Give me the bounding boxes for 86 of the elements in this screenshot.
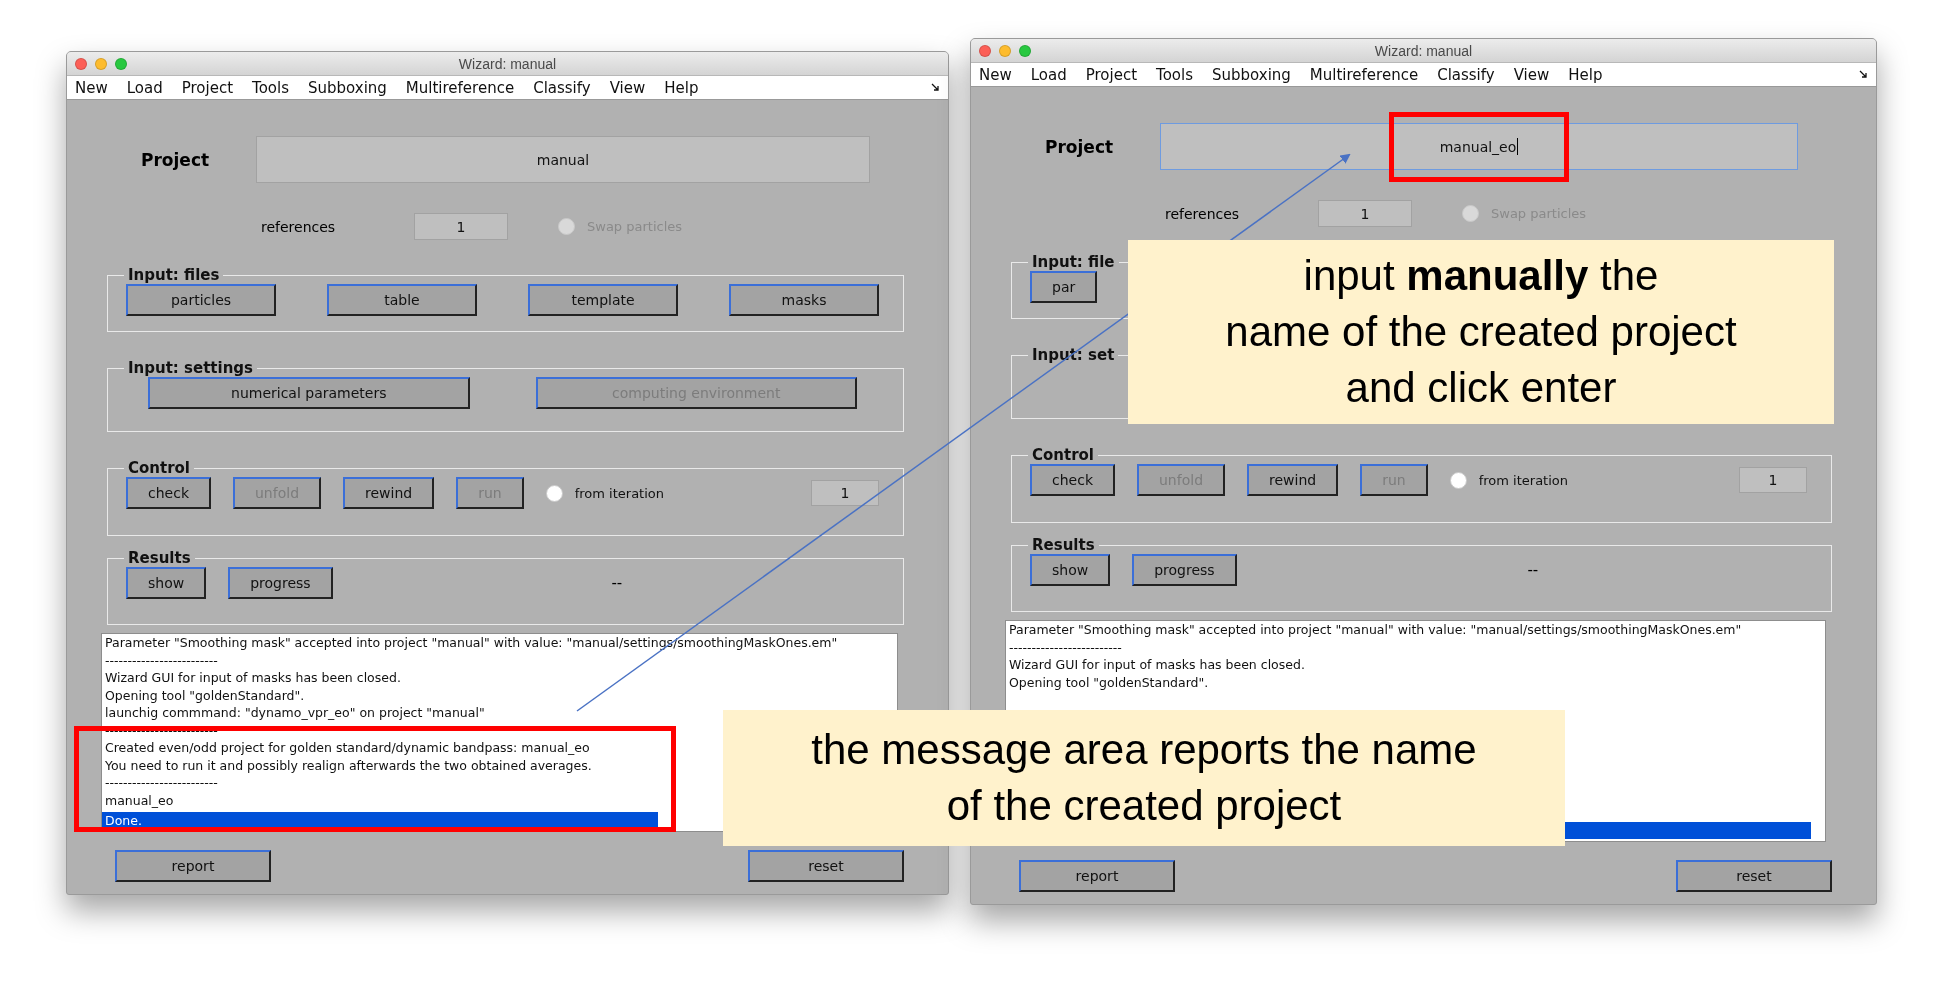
message-line[interactable]: Opening tool "goldenStandard".: [1006, 675, 1209, 689]
window-control-icon[interactable]: [1019, 45, 1031, 57]
resize-icon[interactable]: [931, 83, 940, 92]
menu-item[interactable]: Project: [1085, 65, 1138, 84]
window-control-icon[interactable]: [95, 58, 107, 70]
action-button[interactable]: particles: [126, 284, 276, 316]
status-text: --: [610, 574, 624, 592]
message-line[interactable]: -------------------------: [102, 653, 218, 667]
menu-item[interactable]: Tools: [1156, 65, 1193, 84]
group-title: Results: [1031, 536, 1096, 554]
menu-item[interactable]: Load: [126, 78, 163, 97]
menu-item[interactable]: Help: [664, 78, 699, 97]
message-line[interactable]: Wizard GUI for input of masks has been closed.: [1006, 658, 1305, 672]
menu-item[interactable]: Load: [1030, 65, 1067, 84]
radio-label: from iteration: [1478, 472, 1569, 488]
message-line[interactable]: Opening tool "goldenStandard".: [102, 688, 305, 702]
group-title: Control: [1031, 446, 1095, 464]
menu-item[interactable]: Help: [1568, 65, 1603, 84]
action-button[interactable]: report: [115, 850, 271, 882]
action-button[interactable]: numerical parameters: [148, 377, 470, 409]
menu-item[interactable]: Multireference: [405, 78, 515, 97]
group-title: Input: settings: [127, 359, 254, 377]
project-field[interactable]: manual_eo: [1160, 123, 1798, 170]
message-line[interactable]: manual_eo: [102, 793, 174, 807]
menu-item[interactable]: View: [609, 78, 646, 97]
message-line[interactable]: Created even/odd project for golden standard/dynamic bandpass: manual_eo: [102, 741, 590, 755]
action-button[interactable]: masks: [729, 284, 879, 316]
message-line[interactable]: -------------------------: [1006, 640, 1122, 654]
menu-item[interactable]: Subboxing: [308, 78, 387, 97]
action-button[interactable]: progress: [1132, 554, 1237, 586]
window-title: Wizard: manual: [1374, 42, 1473, 59]
radio-label: from iteration: [574, 485, 665, 501]
menu-item[interactable]: Classify: [533, 78, 591, 97]
menu-item[interactable]: Subboxing: [1212, 65, 1291, 84]
message-line[interactable]: launchig commmand: "dynamo_vpr_eo" on project "manual": [102, 706, 485, 720]
iteration-field[interactable]: 1: [811, 480, 879, 506]
action-button[interactable]: table: [327, 284, 477, 316]
action-button[interactable]: reset: [748, 850, 904, 882]
menu-item[interactable]: Multireference: [1309, 65, 1419, 84]
action-button[interactable]: check: [1030, 464, 1115, 496]
references-label: references: [1165, 205, 1241, 222]
callout: input manually the name of the created project and click enter: [1128, 240, 1834, 424]
message-line[interactable]: -------------------------: [102, 723, 218, 737]
group-title: Input: files: [127, 266, 221, 284]
action-button[interactable]: reset: [1676, 860, 1832, 892]
window-control-icon[interactable]: [999, 45, 1011, 57]
window-control-icon[interactable]: [979, 45, 991, 57]
status-text: --: [1526, 561, 1540, 579]
references-field[interactable]: 1: [414, 213, 508, 240]
message-line[interactable]: Parameter "Smoothing mask" accepted into project "manual" with value: "manual/settings/smoothingMaskOnes.em": [1006, 623, 1742, 637]
resize-icon[interactable]: [1859, 70, 1868, 79]
group-title: Control: [127, 459, 191, 477]
radio-button[interactable]: [545, 484, 563, 502]
project-field[interactable]: manual: [256, 136, 870, 183]
action-button[interactable]: report: [1019, 860, 1175, 892]
group-title: Results: [127, 549, 192, 567]
references-field[interactable]: 1: [1318, 200, 1412, 227]
message-line[interactable]: You need to run it and possibly realign afterwards the two obtained averages.: [102, 758, 592, 772]
window-title: Wizard: manual: [458, 55, 557, 72]
menu-item[interactable]: View: [1513, 65, 1550, 84]
menu-item[interactable]: Project: [181, 78, 234, 97]
message-line[interactable]: Wizard GUI for input of masks has been closed.: [102, 671, 401, 685]
selection-highlight[interactable]: [1563, 821, 1811, 839]
menu-item[interactable]: New: [979, 65, 1012, 84]
action-button[interactable]: rewind: [343, 477, 435, 509]
references-label: references: [261, 218, 337, 235]
action-button[interactable]: rewind: [1247, 464, 1339, 496]
message-line[interactable]: -------------------------: [102, 776, 218, 790]
action-button[interactable]: progress: [228, 567, 333, 599]
action-button[interactable]: show: [1030, 554, 1111, 586]
window-control-icon[interactable]: [115, 58, 127, 70]
radio-button[interactable]: [1449, 471, 1467, 489]
project-label: Project: [1045, 136, 1115, 157]
menu-item[interactable]: Tools: [252, 78, 289, 97]
callout: the message area reports the name of the created project: [723, 710, 1565, 846]
message-line: Done.: [104, 813, 142, 827]
action-button[interactable]: template: [528, 284, 678, 316]
action-button[interactable]: par: [1030, 271, 1098, 303]
window-control-icon[interactable]: [75, 58, 87, 70]
action-button[interactable]: check: [126, 477, 211, 509]
iteration-field[interactable]: 1: [1739, 467, 1807, 493]
group-title: Input: file: [1031, 253, 1116, 271]
menu-item[interactable]: New: [75, 78, 108, 97]
menu-item[interactable]: Classify: [1437, 65, 1495, 84]
action-button[interactable]: show: [126, 567, 207, 599]
project-label: Project: [141, 149, 211, 170]
